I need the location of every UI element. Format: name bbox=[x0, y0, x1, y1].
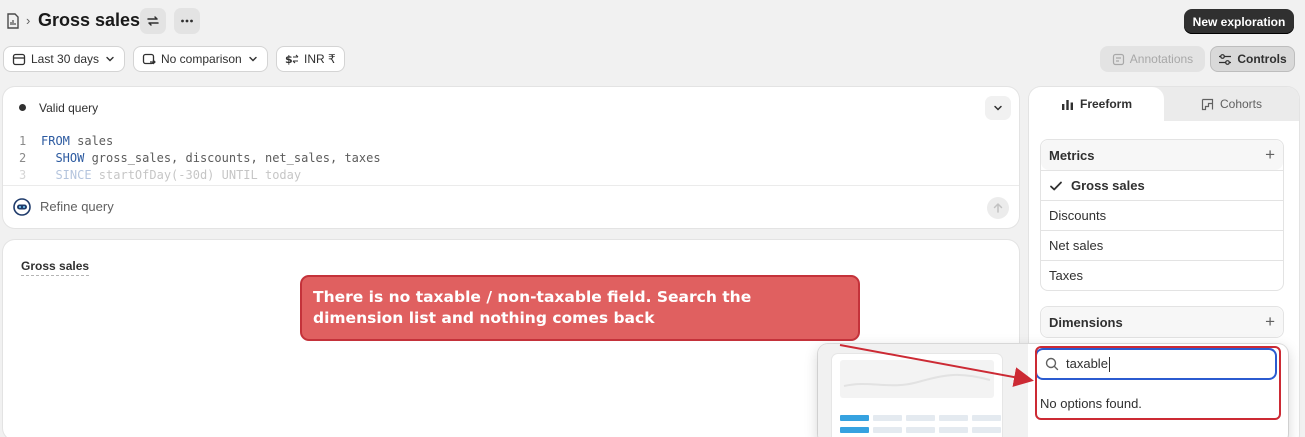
preview-cell bbox=[840, 427, 869, 433]
add-metric-button[interactable]: + bbox=[1265, 145, 1275, 165]
chevron-down-icon bbox=[994, 105, 1002, 111]
preview-cell bbox=[972, 427, 1001, 433]
preview-cell bbox=[972, 415, 1001, 421]
sliders-icon bbox=[1219, 53, 1232, 65]
preview-cell bbox=[840, 415, 869, 421]
controls-label: Controls bbox=[1237, 52, 1287, 66]
metric-label: Taxes bbox=[1049, 268, 1083, 283]
metrics-section: Metrics + Gross sales Discounts Net sale… bbox=[1040, 139, 1284, 291]
collapse-query-button[interactable] bbox=[985, 96, 1011, 120]
currency-selector[interactable]: $ INR ₹ bbox=[276, 46, 345, 72]
comparison-label: No comparison bbox=[161, 52, 242, 66]
preview-cell bbox=[906, 427, 935, 433]
ellipsis-icon bbox=[181, 19, 193, 23]
cohort-grid-icon bbox=[1201, 98, 1214, 110]
preview-line-chart bbox=[840, 360, 994, 398]
report-document-icon bbox=[7, 13, 19, 29]
search-icon bbox=[1045, 357, 1059, 371]
checkmark-icon bbox=[1050, 181, 1062, 190]
preview-cell bbox=[873, 415, 902, 421]
metric-item-discounts[interactable]: Discounts bbox=[1041, 200, 1283, 230]
more-actions-button[interactable] bbox=[174, 8, 200, 34]
preview-cell bbox=[939, 427, 968, 433]
metrics-header: Metrics + bbox=[1041, 140, 1283, 170]
code-line: 3 SINCE startOfDay(-30d) UNTIL today bbox=[19, 168, 302, 182]
annotations-label: Annotations bbox=[1129, 52, 1194, 66]
chevron-down-icon bbox=[249, 56, 257, 62]
callout-line: dimension list and nothing comes back bbox=[313, 309, 655, 327]
annotation-icon bbox=[1112, 53, 1124, 65]
divider bbox=[3, 185, 1019, 186]
new-exploration-button[interactable]: New exploration bbox=[1184, 9, 1294, 34]
callout-line: There is no taxable / non-taxable field.… bbox=[313, 288, 752, 306]
refine-query-input[interactable]: Refine query bbox=[40, 199, 114, 214]
preview-cell bbox=[939, 415, 968, 421]
metric-item-gross-sales[interactable]: Gross sales bbox=[1041, 170, 1283, 200]
date-range-label: Last 30 days bbox=[31, 52, 100, 66]
comparison-selector[interactable]: No comparison bbox=[133, 46, 268, 72]
ai-assistant-icon bbox=[13, 198, 31, 216]
tab-cohorts[interactable]: Cohorts bbox=[1164, 87, 1299, 121]
controls-button[interactable]: Controls bbox=[1210, 46, 1295, 72]
dimensions-title: Dimensions bbox=[1049, 314, 1123, 330]
add-dimension-button[interactable]: + bbox=[1265, 312, 1275, 332]
swap-visualization-button[interactable] bbox=[140, 8, 166, 34]
query-status-dot bbox=[19, 104, 26, 111]
currency-exchange-icon: $ bbox=[285, 53, 299, 66]
dimension-search-input[interactable]: taxable bbox=[1035, 348, 1277, 380]
panel-tabs: Freeform Cohorts bbox=[1029, 87, 1299, 121]
search-value: taxable bbox=[1066, 355, 1110, 373]
preview-line bbox=[843, 373, 991, 387]
bar-chart-icon bbox=[1061, 99, 1073, 110]
swap-icon bbox=[147, 16, 159, 26]
tab-freeform[interactable]: Freeform bbox=[1029, 87, 1164, 121]
metric-label: Net sales bbox=[1049, 238, 1104, 253]
breadcrumb-chevron-icon: › bbox=[26, 13, 31, 28]
annotation-callout: There is no taxable / non-taxable field.… bbox=[300, 275, 860, 341]
svg-text:$: $ bbox=[285, 53, 293, 66]
code-line: 1 FROM sales bbox=[19, 134, 114, 148]
chart-title[interactable]: Gross sales bbox=[21, 259, 90, 276]
query-code-editor[interactable]: 1 FROM sales 2 SHOW gross_sales, discount… bbox=[19, 133, 381, 184]
table-preview-illustration bbox=[832, 354, 1002, 437]
metric-label: Discounts bbox=[1049, 208, 1107, 223]
metric-item-net-sales[interactable]: Net sales bbox=[1041, 230, 1283, 260]
calendar-icon bbox=[12, 53, 26, 66]
dimensions-header: Dimensions + bbox=[1041, 307, 1283, 337]
calendar-compare-icon bbox=[142, 53, 156, 65]
preview-cell bbox=[906, 415, 935, 421]
preview-cell bbox=[873, 427, 902, 433]
date-range-selector[interactable]: Last 30 days bbox=[3, 46, 126, 72]
text-caret bbox=[1108, 357, 1110, 373]
no-results-message: No options found. bbox=[1040, 396, 1142, 411]
submit-refine-button[interactable] bbox=[987, 197, 1009, 219]
code-line: 2 SHOW gross_sales, discounts, net_sales… bbox=[19, 151, 381, 165]
metric-label: Gross sales bbox=[1071, 178, 1145, 193]
tab-cohorts-label: Cohorts bbox=[1219, 97, 1263, 111]
arrow-up-icon bbox=[993, 202, 1003, 213]
query-editor-card: Valid query 1 FROM sales 2 SHOW gross_sal… bbox=[3, 87, 1019, 228]
dimensions-section: Dimensions + bbox=[1040, 306, 1284, 338]
metrics-title: Metrics bbox=[1049, 147, 1095, 163]
dimension-preview-pane bbox=[818, 344, 1028, 437]
page-title: Gross sales bbox=[38, 10, 141, 30]
metric-item-taxes[interactable]: Taxes bbox=[1041, 260, 1283, 290]
chevron-down-icon bbox=[106, 56, 114, 62]
currency-label: INR ₹ bbox=[304, 52, 336, 66]
annotations-button[interactable]: Annotations bbox=[1100, 46, 1205, 72]
query-status: Valid query bbox=[39, 101, 99, 115]
tab-freeform-label: Freeform bbox=[1079, 97, 1132, 111]
